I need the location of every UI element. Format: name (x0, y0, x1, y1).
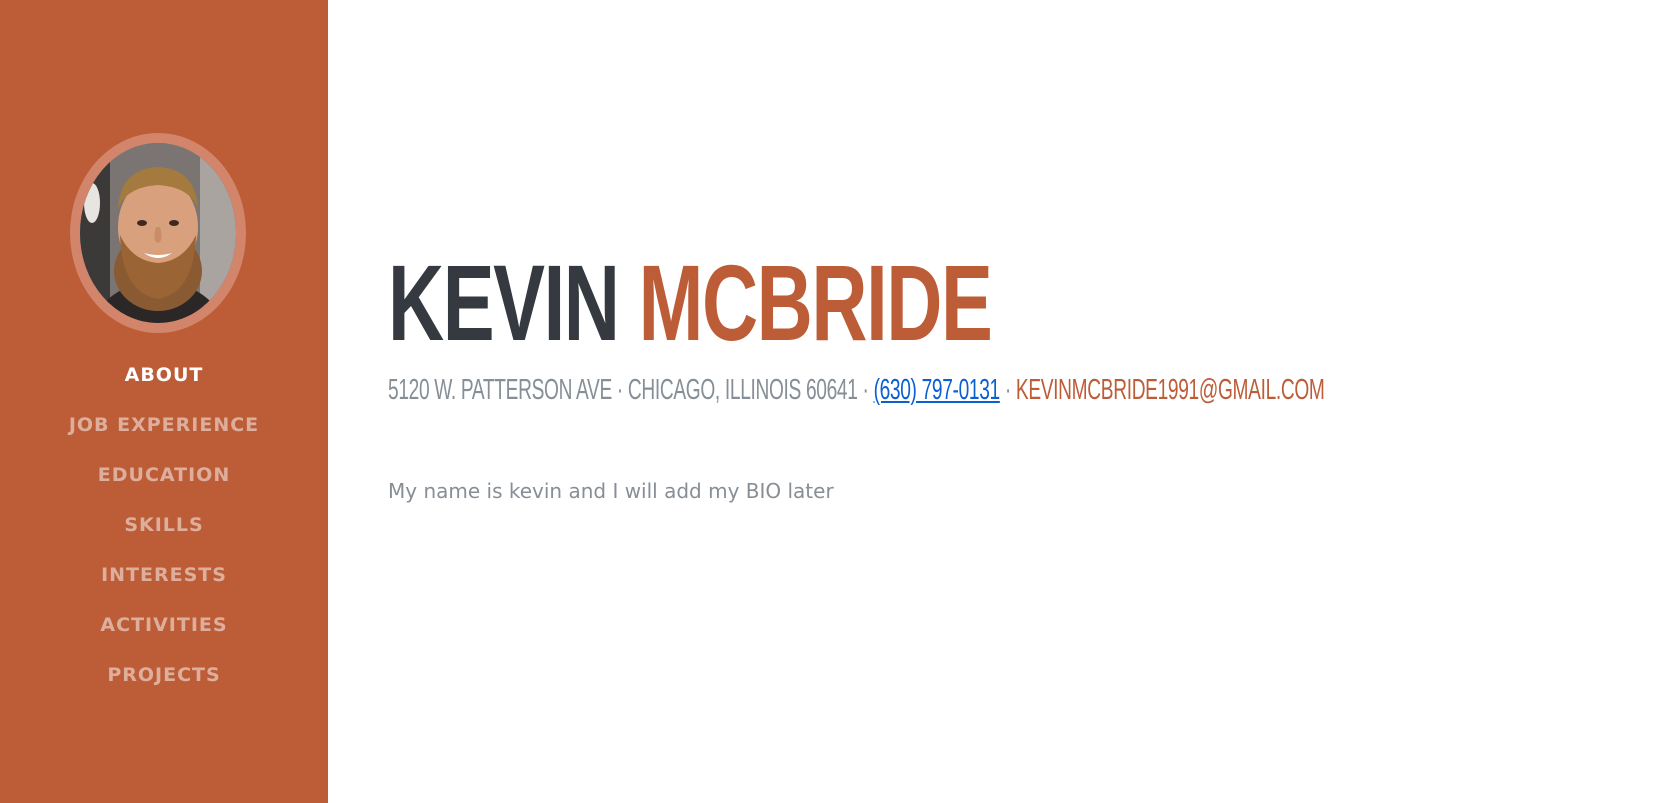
email-link[interactable]: KEVINMCBRIDE1991@GMAIL.COM (1016, 374, 1325, 406)
sidebar: ABOUT JOB EXPERIENCE EDUCATION SKILLS IN… (0, 0, 328, 803)
contact-line: 5120 W. PATTERSON AVE · CHICAGO, ILLINOI… (388, 372, 1325, 408)
nav-item-activities[interactable]: ACTIVITIES (0, 613, 328, 637)
contact-separator: · (1004, 374, 1011, 406)
nav-item-about[interactable]: ABOUT (0, 363, 328, 387)
avatar (70, 133, 246, 333)
first-name: KEVIN (388, 242, 620, 363)
nav-item-skills[interactable]: SKILLS (0, 513, 328, 537)
nav-item-education[interactable]: EDUCATION (0, 463, 328, 487)
profile-photo-icon (80, 143, 236, 323)
last-name: MCBRIDE (638, 242, 993, 363)
address: 5120 W. PATTERSON AVE · CHICAGO, ILLINOI… (388, 374, 869, 406)
phone-link[interactable]: (630) 797-0131 (874, 374, 1001, 406)
nav-item-projects[interactable]: PROJECTS (0, 663, 328, 687)
nav-item-interests[interactable]: INTERESTS (0, 563, 328, 587)
main-content: KEVIN MCBRIDE 5120 W. PATTERSON AVE · CH… (388, 0, 1628, 803)
nav-item-job-experience[interactable]: JOB EXPERIENCE (0, 413, 328, 437)
page-title: KEVIN MCBRIDE (388, 248, 993, 358)
bio-text: My name is kevin and I will add my BIO l… (388, 479, 834, 503)
